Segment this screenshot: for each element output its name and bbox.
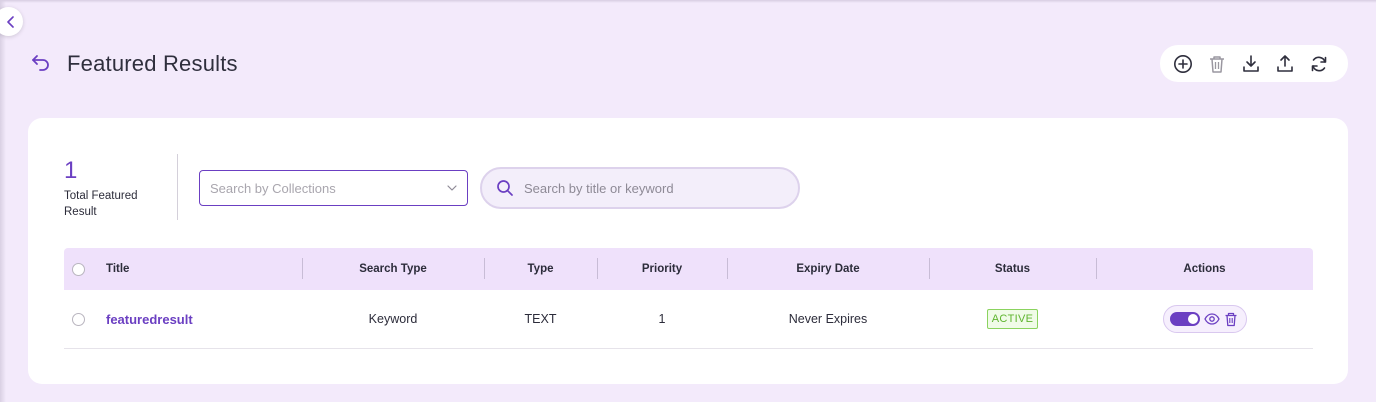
stat-divider — [177, 154, 178, 220]
row-priority: 1 — [658, 312, 666, 326]
total-count: 1 — [64, 157, 78, 184]
collections-placeholder: Search by Collections — [210, 180, 336, 196]
collections-select[interactable]: Search by Collections — [199, 170, 468, 206]
back-button[interactable] — [30, 52, 52, 74]
header-status[interactable]: Status — [929, 248, 1096, 290]
refresh-button[interactable] — [1309, 54, 1329, 74]
upload-button[interactable] — [1275, 54, 1295, 74]
table-header: Title Search Type Type Priority Expiry D… — [64, 248, 1313, 290]
status-badge: ACTIVE — [986, 309, 1039, 329]
select-all-cell — [71, 248, 85, 290]
total-label: Total Featured Result — [64, 190, 138, 218]
header-search-type[interactable]: Search Type — [302, 248, 484, 290]
add-button[interactable] — [1173, 54, 1193, 74]
header-type[interactable]: Type — [484, 248, 597, 290]
row-title-cell: featuredresult — [106, 290, 296, 348]
table-row: featuredresult Keyword TEXT 1 Never Expi… — [64, 290, 1313, 349]
search-input[interactable] — [524, 180, 784, 196]
refresh-icon — [1311, 56, 1327, 71]
upload-icon — [1277, 54, 1293, 72]
page-title: Featured Results — [67, 51, 238, 76]
header-actions: Actions — [1183, 263, 1226, 275]
results-table: Title Search Type Type Priority Expiry D… — [64, 248, 1313, 349]
add-circle-icon — [1174, 54, 1192, 73]
header-expiry-date[interactable]: Expiry Date — [727, 248, 929, 290]
enable-toggle[interactable] — [1169, 312, 1200, 326]
eye-icon[interactable] — [1203, 312, 1220, 326]
total-stat: 1 Total Featured Result — [64, 158, 164, 220]
row-actions-cell — [1096, 290, 1313, 348]
header-priority[interactable]: Priority — [597, 248, 727, 290]
row-search-type: Keyword — [368, 312, 418, 326]
row-expiry-date: Never Expires — [788, 312, 868, 326]
undo-arrow-icon — [32, 55, 49, 71]
delete-button[interactable] — [1207, 54, 1227, 74]
trash-icon — [1210, 55, 1224, 73]
sidebar-collapse-button[interactable] — [0, 7, 23, 36]
row-checkbox[interactable] — [71, 312, 85, 326]
row-select-cell — [71, 290, 85, 348]
header-title[interactable]: Title — [106, 248, 296, 290]
select-all-checkbox[interactable] — [71, 262, 85, 276]
search-box — [480, 167, 800, 209]
search-icon — [497, 180, 513, 196]
toolbar — [1160, 45, 1348, 82]
row-title-link[interactable]: featuredresult — [106, 312, 193, 327]
chevron-down-icon — [447, 185, 457, 191]
row-status-cell: ACTIVE — [929, 290, 1096, 348]
featured-results-card: 1 Total Featured Result Search by Collec… — [28, 118, 1348, 384]
sidebar-edge — [0, 0, 6, 402]
trash-icon[interactable] — [1224, 312, 1238, 327]
download-button[interactable] — [1241, 54, 1261, 74]
download-icon — [1243, 54, 1259, 72]
top-shadow — [0, 0, 1376, 3]
row-actions — [1162, 305, 1247, 333]
chevron-left-icon — [6, 15, 14, 28]
row-type: TEXT — [524, 312, 557, 326]
